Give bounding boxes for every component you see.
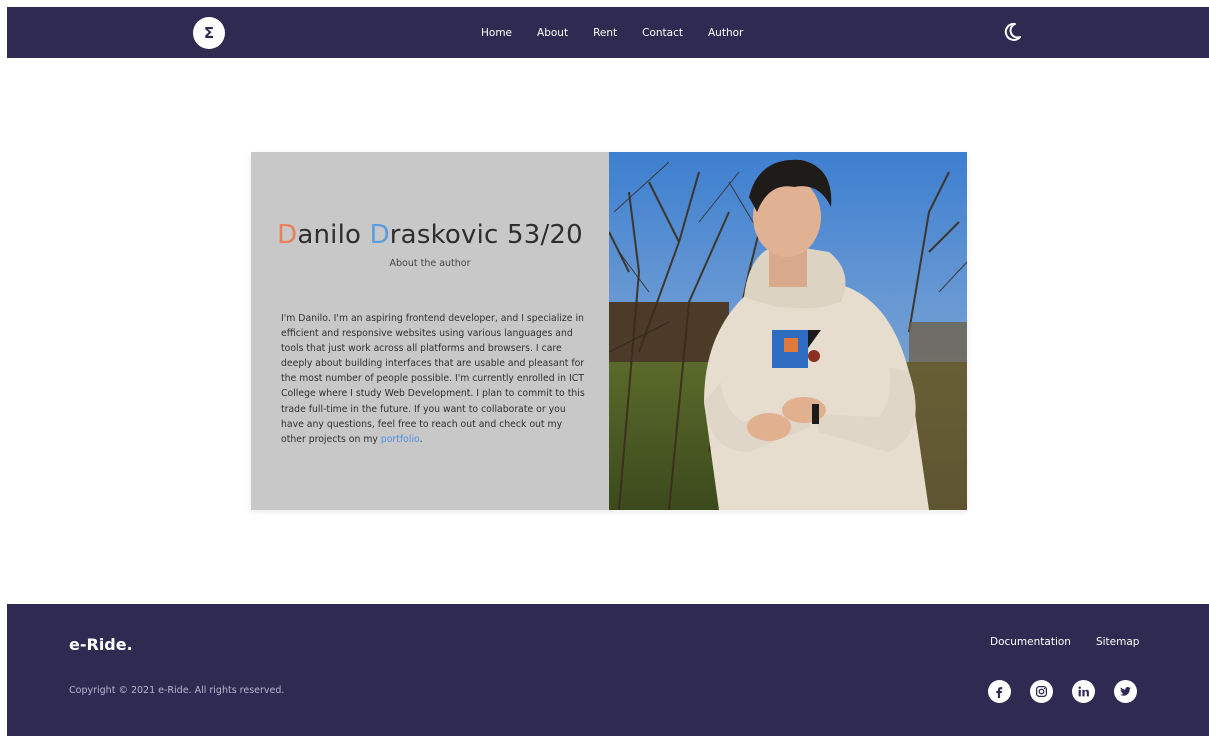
facebook-icon[interactable]: [988, 680, 1011, 703]
nav-contact-link[interactable]: Contact: [642, 27, 683, 39]
first-name-initial: D: [277, 220, 298, 250]
last-name-initial: D: [369, 220, 390, 250]
author-info-panel: Danilo Draskovic 53/20 About the author …: [251, 152, 609, 510]
author-photo-image: [609, 152, 967, 510]
footer: e-Ride. Copyright © 2021 e-Ride. All rig…: [7, 604, 1209, 736]
author-bio: I'm Danilo. I'm an aspiring frontend dev…: [281, 311, 586, 447]
nav-about-link[interactable]: About: [537, 27, 568, 39]
bio-text: I'm Danilo. I'm an aspiring frontend dev…: [281, 313, 585, 445]
logo-letter: Σ: [203, 24, 215, 42]
linkedin-icon[interactable]: [1072, 680, 1095, 703]
social-links: [988, 680, 1137, 703]
nav-home-link[interactable]: Home: [481, 27, 512, 39]
portfolio-link[interactable]: portfolio: [381, 434, 420, 445]
nav-rent-link[interactable]: Rent: [593, 27, 617, 39]
author-name: Danilo Draskovic 53/20: [251, 220, 609, 250]
first-name-rest: anilo: [297, 220, 370, 250]
main-nav: Home About Rent Contact Author: [481, 7, 768, 58]
site-logo[interactable]: Σ: [193, 17, 225, 49]
copyright-text: Copyright © 2021 e-Ride. All rights rese…: [69, 685, 285, 696]
last-name-rest: raskovic 53/20: [389, 220, 583, 250]
bio-end: .: [419, 433, 423, 445]
nav-author-link[interactable]: Author: [708, 27, 743, 39]
twitter-icon[interactable]: [1114, 680, 1137, 703]
navbar: Σ Home About Rent Contact Author: [7, 7, 1209, 58]
footer-links: Documentation Sitemap: [990, 636, 1164, 648]
author-card: Danilo Draskovic 53/20 About the author …: [251, 152, 967, 510]
documentation-link[interactable]: Documentation: [990, 636, 1071, 648]
instagram-icon[interactable]: [1030, 680, 1053, 703]
sitemap-link[interactable]: Sitemap: [1096, 636, 1140, 648]
author-subtitle: About the author: [389, 258, 471, 269]
author-photo: [609, 152, 967, 510]
footer-brand[interactable]: e-Ride.: [69, 635, 133, 654]
moon-icon[interactable]: [1001, 21, 1023, 43]
